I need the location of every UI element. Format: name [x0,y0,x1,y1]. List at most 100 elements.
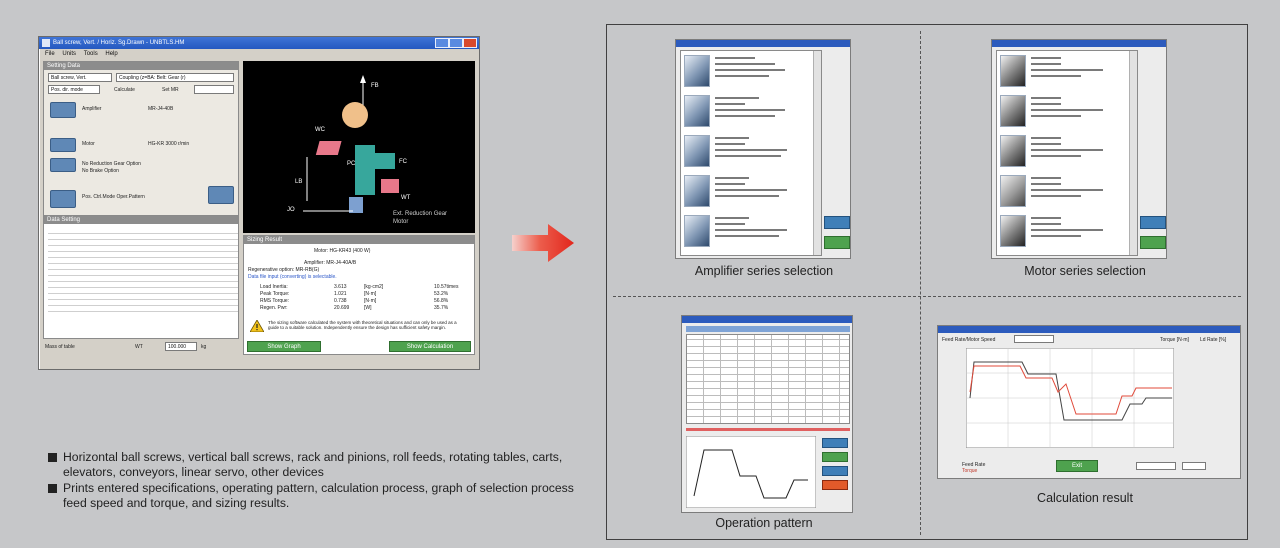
operation-side-button[interactable] [822,438,848,448]
sizing-result-panel: Sizing Result Motor: HG-KR43 (400 W) Amp… [243,235,475,355]
app-window: Ball screw, Vert. / Horiz. Sg.Drawn - UN… [38,36,480,370]
result-row-extra: 56.8% [434,298,449,304]
set-mr-radio[interactable]: Set MR [162,87,179,93]
graph-time-slider[interactable] [1136,462,1176,470]
calculate-button[interactable] [208,186,234,204]
list-item[interactable] [1000,93,1116,131]
operation-side-button[interactable] [822,466,848,476]
list-item[interactable] [684,93,800,131]
operation-side-button[interactable] [822,480,848,490]
motor-button[interactable] [50,138,76,152]
label-jo: JO [287,207,295,213]
amplifier-select-button[interactable] [824,216,850,229]
calculate-radio[interactable]: Calculate [114,87,135,93]
result-row-name: Regen. Pwr: [260,305,288,311]
bullet-item: Prints entered specifications, operating… [48,481,588,511]
list-item[interactable] [684,53,800,91]
app-icon [42,39,50,47]
amplifier-thumbnail [684,55,710,87]
amplifier-exit-button[interactable] [824,236,850,249]
result-row-unit: [N·m] [364,291,377,297]
amplifier-thumbnail [684,215,710,247]
result-row-unit: [kg·cm2] [364,284,384,290]
label-pc: PC [347,161,356,167]
operation-side-button[interactable] [822,452,848,462]
label-motor: Motor [393,219,409,225]
result-row-value: 3.613 [334,284,347,290]
motor-thumbnail [1000,175,1026,207]
motor-thumbnail [1000,55,1026,87]
operation-tabbar[interactable] [686,326,850,332]
app-menubar: File Units Tools Help [39,49,479,59]
mechanism-select[interactable]: Ball screw, Vert. [48,73,112,82]
menu-help[interactable]: Help [105,51,117,57]
bottom-field-symbol: WT [135,344,143,350]
bottom-field-row: Mass of table WT 100.000 kg [43,341,239,353]
list-item[interactable] [684,133,800,171]
show-graph-button[interactable]: Show Graph [247,341,321,352]
calculation-graph [966,348,1174,448]
app-title: Ball screw, Vert. / Horiz. Sg.Drawn - UN… [53,40,185,46]
operation-note [686,428,850,431]
coupling-select[interactable]: Coupling (z=BA: Belt: Gear (r) [116,73,234,82]
amplifier-scrollbar[interactable] [813,51,821,255]
menu-units[interactable]: Units [62,51,76,57]
table-row[interactable] [48,306,238,312]
amplifier-button[interactable] [50,102,76,118]
graph-exit-button[interactable]: Exit [1056,460,1098,472]
graph-header-left: Feed Rate/Motor Speed [942,337,996,343]
result-panel-title: Sizing Result [244,236,474,244]
result-motor: Motor: HG-KR43 (400 W) [314,248,371,254]
motor-list[interactable] [996,50,1138,256]
graph-window-titlebar [938,326,1240,333]
label-ext-gear: Ext. Reduction Gear [393,211,448,217]
setting-panel: Setting Data Ball screw, Vert. Coupling … [43,61,239,233]
result-row-extra: 35.7% [434,305,449,311]
menu-tools[interactable]: Tools [84,51,98,57]
reduction-button[interactable] [50,158,76,172]
minimize-button[interactable] [435,38,449,48]
bullet-square-icon [48,453,57,462]
amplifier-window-titlebar [676,40,850,47]
list-item[interactable] [1000,173,1116,211]
pattern-button[interactable] [50,190,76,208]
brake-text: No Brake Option [82,168,119,174]
operation-window-titlebar [682,316,852,323]
list-item[interactable] [1000,213,1116,251]
bottom-field-value[interactable]: 100.000 [165,342,197,351]
operation-table[interactable] [686,334,850,424]
list-item[interactable] [684,213,800,251]
close-button[interactable] [463,38,477,48]
result-row-name: Load Inertia: [260,284,288,290]
graph-zoom-select[interactable] [1182,462,1206,470]
motor-value: HG-KR 3000 r/min [148,141,190,147]
menu-file[interactable]: File [45,51,55,57]
motor-select-button[interactable] [1140,216,1166,229]
label-wc: WC [315,127,325,133]
show-calculation-button[interactable]: Show Calculation [389,341,471,352]
caption-motor: Motor series selection [1024,264,1146,278]
screens-panel: Amplifier series selection Motor series … [606,24,1248,540]
caption-calculation: Calculation result [1037,491,1133,505]
result-link[interactable]: Data file input (converting) is selectab… [248,274,337,280]
pattern-text: Pos. Ctrl.Mode Oper.Pattern [82,194,145,200]
motor-thumbnail [1000,135,1026,167]
graph-header-right2: Ld Rate [%] [1200,337,1227,343]
result-row-unit: [N·m] [364,298,377,304]
motor-exit-button[interactable] [1140,236,1166,249]
list-item[interactable] [1000,53,1116,91]
list-item[interactable] [684,173,800,211]
graph-speed-select[interactable] [1014,335,1054,343]
mode-select[interactable]: Pos. dir. mode [48,85,100,94]
mr-value-field[interactable] [194,85,234,94]
motor-scrollbar[interactable] [1129,51,1137,255]
label-wt: WT [401,195,411,201]
warning-text: The sizing software calculated the syste… [268,320,457,330]
maximize-button[interactable] [449,38,463,48]
app-titlebar: Ball screw, Vert. / Horiz. Sg.Drawn - UN… [39,37,479,49]
result-row-value: 1.021 [334,291,347,297]
result-row-value: 0.738 [334,298,347,304]
list-item[interactable] [1000,133,1116,171]
amplifier-list[interactable] [680,50,822,256]
result-amplifier: Amplifier: MR-J4-40A/B [304,260,357,266]
